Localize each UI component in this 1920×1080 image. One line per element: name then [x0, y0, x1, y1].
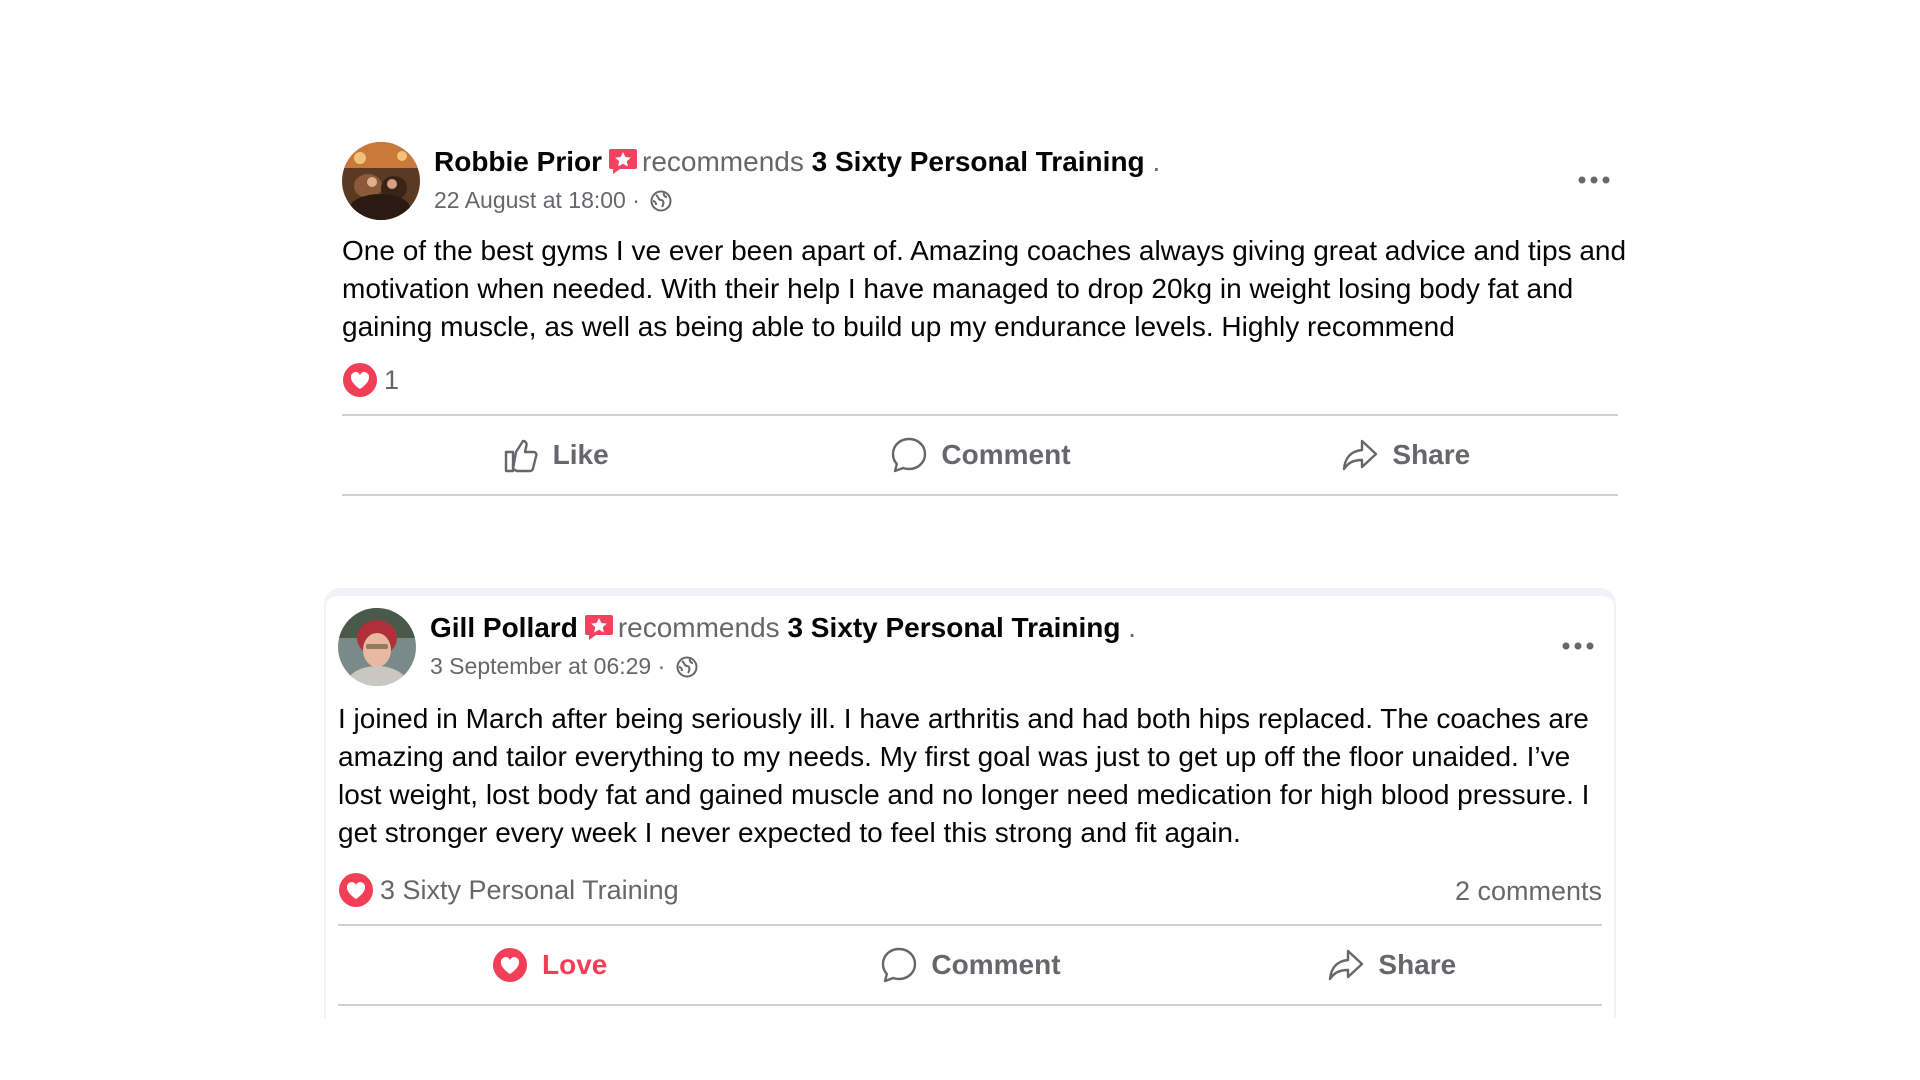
comment-label: Comment — [941, 439, 1071, 470]
share-icon — [1329, 949, 1364, 981]
post-actions: Like Comment Share — [342, 414, 1618, 496]
comment-label: Comment — [931, 949, 1061, 980]
post-timestamp[interactable]: 22 August at 18:00 · — [434, 187, 640, 213]
comments-count-link[interactable]: 2 comments — [1455, 876, 1602, 907]
recommends-text: recommends — [617, 612, 780, 643]
thumbs-up-icon — [504, 439, 538, 473]
more-options-icon[interactable] — [1554, 626, 1602, 666]
page-name-link[interactable]: 3 Sixty Personal Training — [787, 612, 1120, 643]
like-button[interactable]: Like — [342, 416, 767, 494]
review-post: Gill Pollard recommends 3 Sixty Personal … — [324, 588, 1616, 1018]
post-body-text: I joined in March after being seriously … — [338, 703, 1590, 848]
like-label: Like — [552, 439, 609, 470]
avatar[interactable] — [338, 608, 416, 686]
reactions-summary[interactable]: 1 — [342, 362, 1618, 402]
globe-icon — [676, 654, 698, 678]
avatar[interactable] — [342, 142, 420, 220]
globe-icon — [650, 188, 672, 212]
post-actions: Love Comment Share — [338, 924, 1602, 1006]
comment-button[interactable]: Comment — [759, 926, 1180, 1004]
trailing-dot: . — [1128, 612, 1137, 643]
more-options-icon[interactable] — [1570, 160, 1618, 200]
recommend-icon — [608, 147, 638, 175]
post-header-text: Robbie Prior recommends 3 Sixty Personal … — [434, 144, 1160, 216]
page-name-link[interactable]: 3 Sixty Personal Training — [812, 146, 1145, 177]
reaction-by: 3 Sixty Personal Training — [380, 874, 679, 905]
comment-button[interactable]: Comment — [767, 416, 1192, 494]
reactions-summary[interactable]: 3 Sixty Personal Training 2 comments — [338, 872, 1602, 912]
love-label: Love — [541, 949, 608, 980]
comment-icon — [892, 437, 927, 473]
share-label: Share — [1378, 949, 1457, 980]
post-header-text: Gill Pollard recommends 3 Sixty Personal … — [430, 610, 1136, 682]
post-header: Robbie Prior recommends 3 Sixty Personal … — [342, 142, 1618, 222]
post-header: Gill Pollard recommends 3 Sixty Personal … — [338, 608, 1602, 688]
recommend-icon — [584, 613, 614, 641]
love-icon — [492, 948, 527, 982]
share-button[interactable]: Share — [1193, 416, 1618, 494]
share-button[interactable]: Share — [1181, 926, 1602, 1004]
post-body-text: One of the best gyms I ve ever been apar… — [342, 235, 1627, 342]
author-name[interactable]: Gill Pollard — [430, 612, 578, 643]
love-button[interactable]: Love — [338, 926, 759, 1004]
trailing-dot: . — [1152, 146, 1161, 177]
author-name[interactable]: Robbie Prior — [434, 146, 602, 177]
love-reaction-icon — [342, 362, 378, 398]
share-label: Share — [1392, 439, 1471, 470]
love-reaction-icon — [338, 872, 374, 908]
share-icon — [1343, 439, 1378, 471]
recommends-text: recommends — [642, 146, 804, 177]
review-post: Robbie Prior recommends 3 Sixty Personal … — [330, 130, 1630, 510]
comment-icon — [882, 947, 917, 983]
post-timestamp[interactable]: 3 September at 06:29 · — [430, 653, 665, 679]
reaction-count: 1 — [384, 364, 400, 395]
